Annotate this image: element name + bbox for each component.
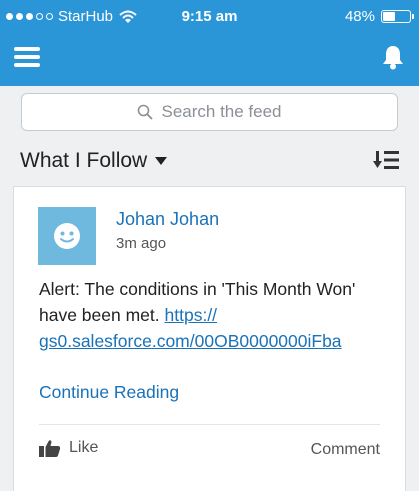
post-link-line1[interactable]: https:// [165,305,218,325]
comment-button[interactable]: Comment [311,441,380,459]
like-button[interactable]: Like [39,439,98,457]
post-author-link[interactable]: Johan Johan [116,209,219,230]
status-bar: StarHub 9:15 am 48% [0,0,419,34]
like-label: Like [69,439,99,456]
feed-post-card: Johan Johan 3m ago Alert: The conditions… [13,186,406,491]
search-icon [138,104,154,120]
search-placeholder: Search the feed [161,102,282,121]
battery-icon [381,10,414,23]
battery-percent: 48% [344,8,375,25]
post-link-line2[interactable]: gs0.salesforce.com/00OB0000000iFba [39,331,342,351]
top-bar: StarHub 9:15 am 48% [0,0,419,86]
search-input[interactable]: Search the feed [21,93,398,131]
sort-icon[interactable] [373,150,399,170]
avatar[interactable] [38,207,96,265]
post-body: Alert: The conditions in 'This Month Won… [39,276,394,354]
divider [39,424,380,425]
feed-filter-dropdown[interactable]: What I Follow [20,149,168,173]
caret-down-icon [155,157,168,165]
battery-group: 48% [344,8,414,25]
thumbs-up-icon [39,440,61,457]
post-timestamp: 3m ago [116,235,167,252]
feed-filter-label: What I Follow [20,149,148,172]
hamburger-icon[interactable] [14,47,40,67]
smiley-icon [54,223,80,249]
bell-icon[interactable] [382,44,404,70]
continue-reading-link[interactable]: Continue Reading [39,382,179,403]
